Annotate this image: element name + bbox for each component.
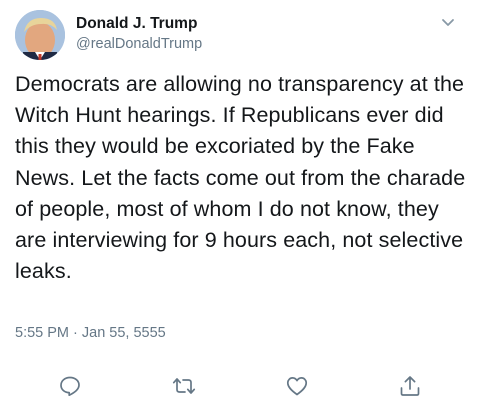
comment-icon[interactable] [58,374,82,398]
avatar[interactable] [15,10,65,60]
retweet-icon[interactable] [172,374,196,398]
author-name[interactable]: Donald J. Trump [76,15,197,33]
tweet-text: Democrats are allowing no transparency a… [15,72,466,284]
share-icon[interactable] [398,374,422,398]
avatar-image [15,10,65,60]
tweet-timestamp[interactable]: 5:55 PM · Jan 55, 5555 [15,325,166,341]
chevron-down-icon[interactable] [440,16,456,28]
heart-icon[interactable] [285,374,309,398]
author-handle[interactable]: @realDonaldTrump [76,36,202,52]
